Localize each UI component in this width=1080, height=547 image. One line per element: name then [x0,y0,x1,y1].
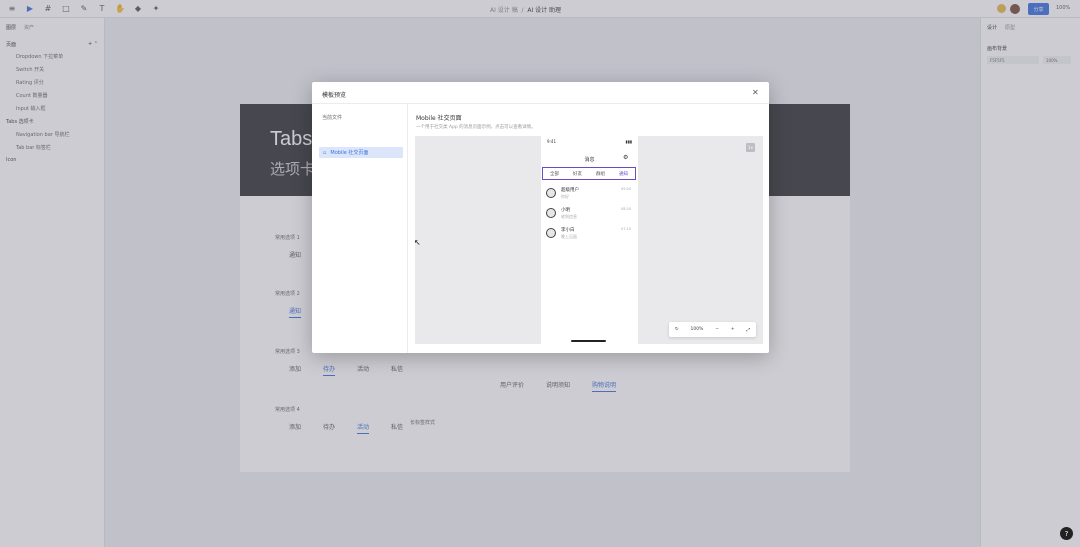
scale-badge[interactable]: 1x [746,143,755,152]
chat-name: 李小白 [561,228,575,233]
chat-item[interactable]: 李小白 晚上见面 07:10 [546,226,634,242]
phone-tab-bar: 全部 好友 群组 通知 [542,167,636,180]
signal-icon: ▮▮▮ [625,139,632,144]
chat-time: 09:20 [621,187,632,191]
phone-tab[interactable]: 通知 [619,171,628,177]
modal-sidebar: 当前文件 ▫ Mobile 社交页面 [312,104,408,353]
zoom-out-button[interactable]: − [715,327,719,332]
preview-zoom[interactable]: 100% [691,327,704,332]
close-icon[interactable]: ✕ [752,88,759,97]
frame-icon: ▫ [323,149,327,156]
modal-header: 模板预览 ✕ [312,82,769,104]
chat-name: 超级用户 [561,188,579,193]
phone-tab[interactable]: 群组 [596,171,605,177]
status-time: 9:41 [547,139,556,144]
sidebar-item-label: Mobile 社交页面 [330,150,369,156]
help-icon[interactable]: ? [1060,527,1073,540]
chat-item[interactable]: 超级用户 你好 09:20 [546,186,634,202]
zoom-in-button[interactable]: + [731,327,735,332]
phone-tab[interactable]: 好友 [573,171,582,177]
template-title: Mobile 社交页面 [416,115,462,122]
chat-name: 小明 [561,208,570,213]
chat-preview: 你好 [561,194,569,199]
template-preview[interactable]: 9:41 ▮▮▮ 消息 ⚙ 全部 好友 群组 通知 超级用户 你好 09:20 小明 收到信息… [415,136,763,344]
modal-title: 模板预览 [322,92,347,99]
chat-item[interactable]: 小明 收到信息 08:20 [546,206,634,222]
template-preview-modal: 模板预览 ✕ 当前文件 ▫ Mobile 社交页面 Mobile 社交页面 一个… [312,82,769,353]
chat-time: 07:10 [621,227,632,231]
chat-time: 08:20 [621,207,632,211]
sidebar-heading: 当前文件 [322,115,343,121]
sidebar-item-template[interactable]: ▫ Mobile 社交页面 [319,147,403,158]
mouse-cursor-icon: ↖ [414,238,421,247]
chat-preview: 晚上见面 [561,234,577,239]
settings-icon: ⚙ [623,154,629,161]
avatar [546,228,556,238]
preview-toolbar: ↻ 100% − + ⤢ [669,322,756,337]
avatar [546,208,556,218]
phone-preview: 9:41 ▮▮▮ 消息 ⚙ 全部 好友 群组 通知 超级用户 你好 09:20 小明 收到信息… [541,136,638,344]
modal-body: Mobile 社交页面 一个用于社交类 App 的消息页面示例，点击可以查看详情… [408,104,769,353]
phone-tab[interactable]: 全部 [550,171,559,177]
avatar [546,188,556,198]
home-indicator [571,340,606,342]
phone-status-bar: 9:41 ▮▮▮ [547,139,632,144]
chat-preview: 收到信息 [561,214,577,219]
refresh-icon[interactable]: ↻ [675,327,679,332]
fullscreen-icon[interactable]: ⤢ [746,327,750,333]
template-description: 一个用于社交类 App 的消息页面示例，点击可以查看详情。 [416,125,536,130]
